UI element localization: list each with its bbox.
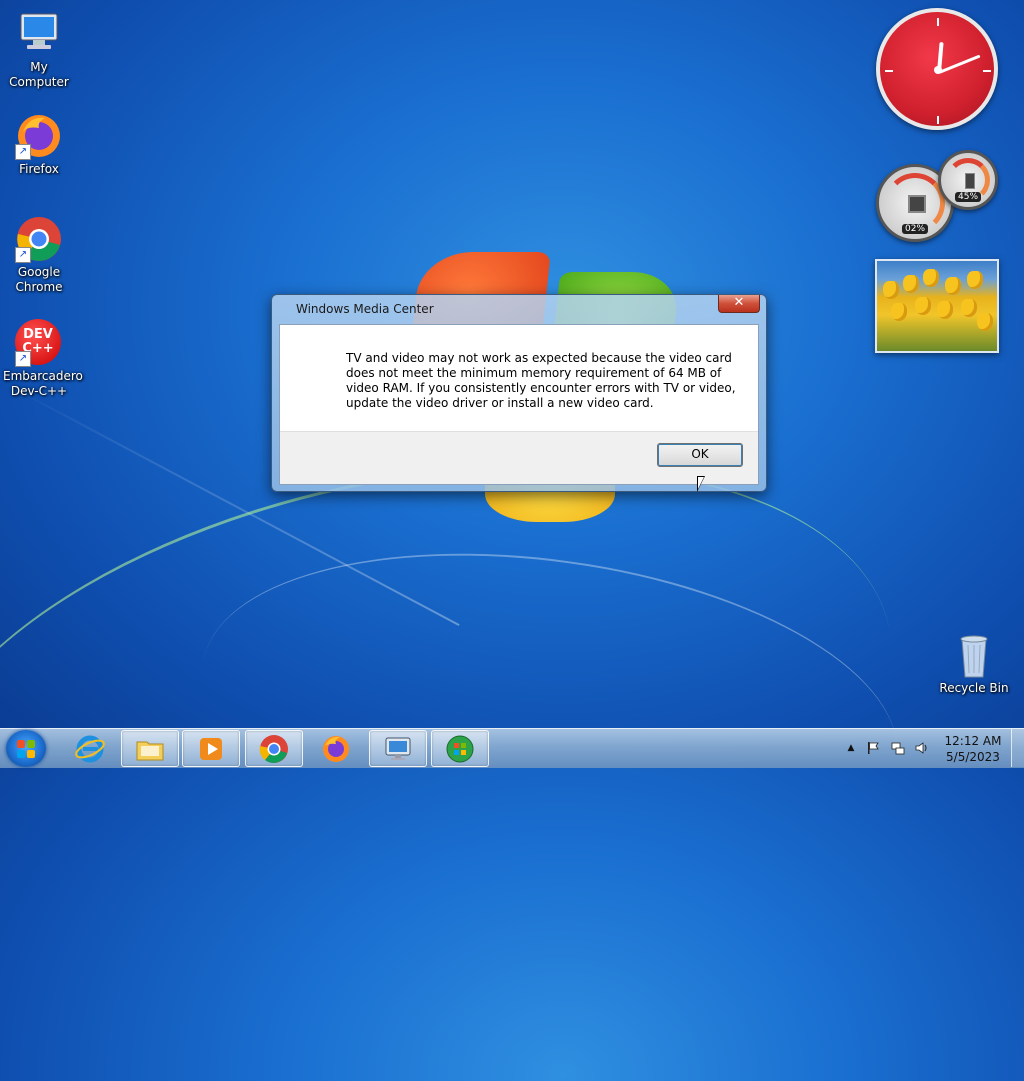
devcpp-icon: DEV C++ ↗ xyxy=(15,319,63,367)
tulip xyxy=(945,277,961,295)
desktop-icon-label: Firefox xyxy=(19,162,59,176)
ok-button[interactable]: OK xyxy=(657,443,743,467)
clock-center xyxy=(934,66,942,74)
clock-gadget[interactable] xyxy=(876,8,998,130)
taskbar: ▲ 12:12 AM 5/5/2023 xyxy=(0,728,1024,768)
tray-time: 12:12 AM xyxy=(944,734,1002,748)
windows-media-center-dialog: Windows Media Center ✕ TV and video may … xyxy=(271,294,767,492)
dialog-titlebar[interactable]: Windows Media Center ✕ xyxy=(272,295,766,321)
tray-date: 5/5/2023 xyxy=(946,750,1000,764)
desktop-icon-google-chrome[interactable]: ↗ Google Chrome xyxy=(0,215,79,295)
taskbar-internet-explorer[interactable] xyxy=(61,730,119,767)
desktop-icon-firefox[interactable]: ↗ Firefox xyxy=(0,112,79,177)
firefox-icon: ↗ xyxy=(15,112,63,160)
dialog-client-area: TV and video may not work as expected be… xyxy=(279,324,759,485)
tulip xyxy=(923,269,939,287)
clock-tick xyxy=(885,70,893,72)
shortcut-arrow-icon: ↗ xyxy=(15,144,31,160)
tulip xyxy=(903,275,919,293)
media-center-icon xyxy=(445,734,475,764)
dialog-message: TV and video may not work as expected be… xyxy=(346,351,736,410)
action-center-flag-icon[interactable] xyxy=(866,741,880,755)
media-player-icon xyxy=(196,734,226,764)
taskbar-windows-explorer[interactable] xyxy=(121,730,179,767)
taskbar-remote-desktop[interactable] xyxy=(369,730,427,767)
cpu-chip-icon xyxy=(908,195,926,213)
show-hidden-icons-button[interactable]: ▲ xyxy=(844,741,858,755)
clock-tick xyxy=(937,116,939,124)
taskbar-media-player[interactable] xyxy=(182,730,240,767)
clock-minute-hand xyxy=(938,54,981,74)
ie-icon xyxy=(75,734,105,764)
firefox-icon xyxy=(321,734,351,764)
taskbar-chrome[interactable] xyxy=(245,730,303,767)
tray-clock[interactable]: 12:12 AM 5/5/2023 xyxy=(944,733,1002,765)
tulip xyxy=(891,303,907,321)
volume-icon[interactable] xyxy=(915,741,929,755)
computer-icon xyxy=(15,10,63,58)
tulip xyxy=(977,313,993,331)
clock-tick xyxy=(937,18,939,26)
dialog-footer: OK xyxy=(280,431,758,484)
chrome-icon xyxy=(259,734,289,764)
tulip xyxy=(967,271,983,289)
memory-chip-icon xyxy=(965,173,975,189)
desktop-icon-label: Recycle Bin xyxy=(939,681,1009,695)
taskbar-windows-media-center[interactable] xyxy=(431,730,489,767)
network-icon[interactable] xyxy=(891,741,905,755)
dialog-title: Windows Media Center xyxy=(296,302,434,316)
memory-gauge: 45% xyxy=(938,150,998,210)
show-desktop-button[interactable] xyxy=(1011,729,1024,767)
close-button[interactable]: ✕ xyxy=(718,295,760,313)
desktop-icon-label: Google Chrome xyxy=(15,265,63,294)
slideshow-gadget[interactable] xyxy=(875,259,999,353)
desktop-icon-recycle-bin[interactable]: Recycle Bin xyxy=(934,631,1014,696)
chrome-icon: ↗ xyxy=(15,215,63,263)
mouse-cursor xyxy=(697,476,705,492)
tulip xyxy=(937,301,953,319)
desktop-icon-my-computer[interactable]: My Computer xyxy=(0,10,79,90)
taskbar-firefox[interactable] xyxy=(307,730,365,767)
desktop-icon-devcpp[interactable]: DEV C++ ↗ Embarcadero Dev-C++ xyxy=(0,319,83,399)
desktop-icon-label: My Computer xyxy=(9,60,69,89)
start-button[interactable] xyxy=(6,730,46,767)
clock-tick xyxy=(983,70,991,72)
folder-icon xyxy=(135,734,165,764)
desktop-icon-label: Embarcadero Dev-C++ xyxy=(3,369,83,398)
remote-desktop-icon xyxy=(383,734,413,764)
tulip xyxy=(961,299,977,317)
tulip xyxy=(883,281,899,299)
shortcut-arrow-icon: ↗ xyxy=(15,351,31,367)
cpu-percent: 02% xyxy=(901,224,929,234)
memory-percent: 45% xyxy=(954,192,982,202)
recycle-bin-icon xyxy=(950,631,998,679)
tulip xyxy=(915,297,931,315)
shortcut-arrow-icon: ↗ xyxy=(15,247,31,263)
windows-logo-icon xyxy=(17,740,25,748)
